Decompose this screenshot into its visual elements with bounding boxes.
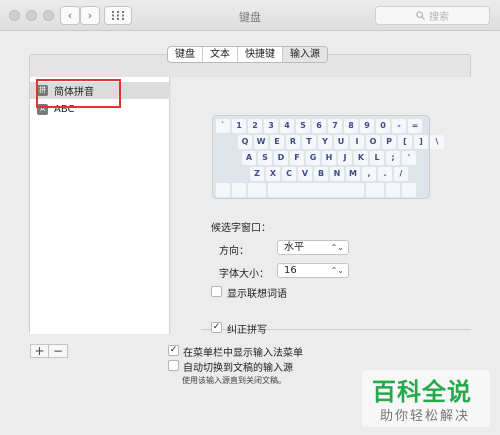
input-source-list: 拼 简体拼音 A ABC [30,77,170,334]
key: Q [238,135,252,149]
key [216,183,230,197]
watermark-subtitle: 助你轻松解决 [380,409,471,424]
key: P [382,135,396,149]
key: 3 [264,119,278,133]
key: J [338,151,352,165]
show-menu-checkbox[interactable]: ✓ [168,345,179,356]
key: 1 [232,119,246,133]
key: X [266,167,280,181]
keyboard-preferences-window: ‹ › 键盘 搜索 键盘 文本 快捷键 输入源 拼 简体拼音 A ABC ` 1… [0,0,500,435]
key: 8 [344,119,358,133]
tab-text[interactable]: 文本 [203,47,238,62]
checkmark-icon: ✓ [212,322,221,332]
font-size-label: 字体大小： [219,269,269,280]
key: 9 [360,119,374,133]
show-menu-label: 在菜单栏中显示输入法菜单 [183,348,303,359]
candidate-window-heading: 候选字窗口： [211,223,271,234]
key: S [258,151,272,165]
key: U [334,135,348,149]
checkmark-icon: ✓ [169,345,178,355]
key: H [322,151,336,165]
tab-shortcuts[interactable]: 快捷键 [238,47,283,62]
key [402,183,416,197]
key: 0 [376,119,390,133]
autocorrect-checkbox[interactable]: ✓ [211,322,222,333]
key: C [282,167,296,181]
key: 7 [328,119,342,133]
space-key [268,183,364,197]
font-size-select[interactable]: 16 ⌃⌄ [277,263,349,278]
key: B [314,167,328,181]
add-source-button[interactable]: + [31,345,49,357]
search-placeholder: 搜索 [429,12,449,23]
chevron-updown-icon: ⌃⌄ [330,266,344,275]
source-list-controls: + − [30,344,68,358]
key: 2 [248,119,262,133]
input-source-detail: ` 1 2 3 4 5 6 7 8 9 0- = Q W E R T Y U I O P[] \ A S D F G H J K L; ' … [171,77,471,336]
preference-tabs: 键盘 文本 快捷键 输入源 [167,46,328,63]
key: K [354,151,368,165]
key: 5 [296,119,310,133]
key: \ [430,135,444,149]
key: Z [250,167,264,181]
direction-value: 水平 [284,242,304,253]
key: ] [414,135,428,149]
keyboard-row-zxcv: Z X C V B N M,. / [216,167,426,181]
keyboard-row-space [216,183,426,197]
keyboard-layout-preview: ` 1 2 3 4 5 6 7 8 9 0- = Q W E R T Y U I O P[] \ A S D F G H J K L; ' … [212,115,444,199]
key: D [274,151,288,165]
watermark-title: 百科全说 [372,378,472,406]
key: L [370,151,384,165]
direction-label: 方向： [219,246,249,257]
auto-switch-note: 使用该输入源直到关闭文稿。 [182,376,286,385]
key: F [290,151,304,165]
auto-switch-checkbox[interactable] [168,360,179,371]
watermark-logo: 百科全说 助你轻松解决 [362,370,490,427]
remove-source-button[interactable]: − [49,345,67,357]
key: W [254,135,268,149]
key: I [350,135,364,149]
keyboard-row-numbers: ` 1 2 3 4 5 6 7 8 9 0- = [216,119,426,133]
auto-switch-label: 自动切换到文稿的输入源 [183,363,293,374]
key: [ [398,135,412,149]
key: N [330,167,344,181]
key: G [306,151,320,165]
key: M [346,167,360,181]
key: ` [216,119,230,133]
key: - [392,119,406,133]
show-predictions-label: 显示联想词语 [227,289,287,300]
tab-keyboard[interactable]: 键盘 [168,47,203,62]
key: , [362,167,376,181]
annotation-highlight-box [36,79,121,108]
key: ' [402,151,416,165]
key: = [408,119,422,133]
key: R [286,135,300,149]
autocorrect-label: 纠正拼写 [227,325,267,336]
keyboard-row-asdf: A S D F G H J K L; ' [216,151,426,165]
keyboard-row-qwerty: Q W E R T Y U I O P[] \ [216,135,444,149]
tab-input-sources[interactable]: 输入源 [283,47,327,62]
key: Y [318,135,332,149]
direction-select[interactable]: 水平 ⌃⌄ [277,240,349,255]
key: A [242,151,256,165]
chevron-updown-icon: ⌃⌄ [330,243,344,252]
key: 4 [280,119,294,133]
key [366,183,384,197]
search-icon [416,11,425,20]
search-field[interactable]: 搜索 [375,6,490,25]
title-bar: ‹ › 键盘 搜索 [0,0,500,31]
key [248,183,266,197]
key: / [394,167,408,181]
key: . [378,167,392,181]
key: O [366,135,380,149]
key: V [298,167,312,181]
key: T [302,135,316,149]
key: ; [386,151,400,165]
key [386,183,400,197]
key: E [270,135,284,149]
font-size-value: 16 [284,265,297,276]
key: 6 [312,119,326,133]
key [232,183,246,197]
show-predictions-checkbox[interactable] [211,286,222,297]
